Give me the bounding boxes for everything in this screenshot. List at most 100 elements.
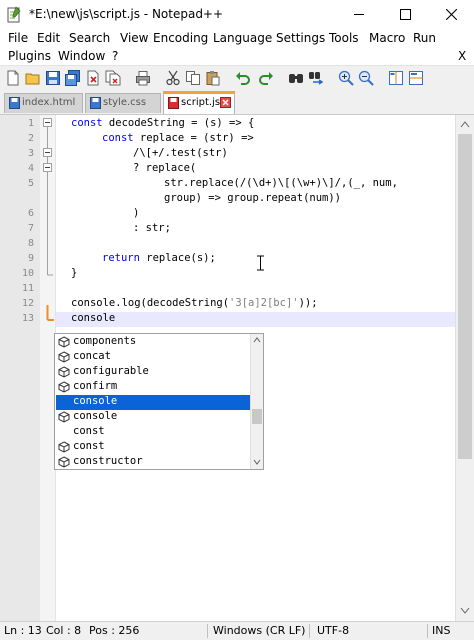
close-icon [445,9,457,20]
redo-icon[interactable] [258,70,274,86]
autocomplete-label: configurable [73,365,149,377]
zoom-in-icon[interactable] [338,70,354,86]
function-icon [58,441,70,453]
print-icon[interactable] [135,70,151,86]
menu-encoding[interactable]: Encoding [153,31,208,45]
status-position: Pos : 256 [89,624,140,637]
autocomplete-label: confirm [73,380,118,392]
code-text: replace = (str) => [133,132,254,144]
scrollbar-thumb[interactable] [252,409,262,424]
autocomplete-item-selected[interactable]: console [56,395,250,410]
paste-icon[interactable] [205,70,221,86]
menu-run[interactable]: Run [413,31,436,45]
autocomplete-label: const [73,440,105,452]
fold-markers [43,118,54,321]
autocomplete-item[interactable]: configurable [56,365,250,380]
line-number: 3 [27,148,34,159]
close-tab-icon[interactable] [220,97,231,108]
menu-plugins[interactable]: Plugins [8,49,51,63]
menu-search[interactable]: Search [69,31,110,45]
line-number: 10 [21,268,34,279]
keyword: return [102,252,140,264]
minimize-button[interactable] [336,0,382,29]
menu-macro[interactable]: Macro [369,31,405,45]
autocomplete-item[interactable]: const [56,440,250,455]
saved-file-icon [9,97,20,109]
function-icon [58,411,70,423]
vertical-scrollbar[interactable] [455,115,474,621]
sync-horizontal-icon[interactable] [408,70,424,86]
code-line-12: console.log(decodeString('3[a]2[bc]')); [71,297,318,309]
title-bar: *E:\new\js\script.js - Notepad++ [0,0,474,29]
tab-label: index.html [22,97,76,108]
function-icon [58,456,70,468]
status-column: Col : 8 [46,624,82,637]
tab-style-css[interactable]: style.css [85,93,161,113]
text-cursor-icon [257,255,264,271]
zoom-out-icon[interactable] [358,70,374,86]
menu-edit[interactable]: Edit [37,31,60,45]
code-line-9: return replace(s); [102,252,216,264]
autocomplete-item[interactable]: constructor [56,455,250,470]
code-text: console.log(decodeString( [71,297,230,309]
autocomplete-label: concat [73,350,111,362]
scroll-up-icon[interactable] [253,337,261,343]
menu-help[interactable]: ? [112,49,118,63]
scroll-down-icon[interactable] [253,459,261,465]
tab-script-js[interactable]: script.js [163,91,235,114]
close-all-icon[interactable] [105,70,121,86]
replace-icon[interactable] [308,70,324,86]
status-encoding[interactable]: UTF-8 [317,624,349,637]
autocomplete-label: components [73,335,137,347]
open-file-icon[interactable] [25,70,41,86]
menu-window[interactable]: Window [58,49,105,63]
status-eol[interactable]: Windows (CR LF) [213,624,305,637]
string-literal: '3[a]2[bc]' [229,297,299,309]
autocomplete-label: console [73,395,118,407]
save-icon[interactable] [45,70,61,86]
copy-icon[interactable] [185,70,201,86]
window-title: *E:\new\js\script.js - Notepad++ [29,7,224,21]
new-file-icon[interactable] [5,70,21,86]
line-number: 2 [27,133,34,144]
close-window-button[interactable] [428,0,474,29]
menu-language[interactable]: Language [213,31,272,45]
menu-settings[interactable]: Settings [276,31,325,45]
autocomplete-item[interactable]: confirm [56,380,250,395]
sync-vertical-icon[interactable] [388,70,404,86]
scroll-up-icon[interactable] [460,120,470,128]
tab-index-html[interactable]: index.html [4,93,83,113]
saved-file-icon [90,97,101,109]
close-icon[interactable] [85,70,101,86]
scroll-down-icon[interactable] [460,607,470,615]
scrollbar-thumb[interactable] [458,134,472,459]
line-number: 4 [27,163,34,174]
function-icon [58,366,70,378]
code-line-13: console [71,312,116,324]
line-number: 1 [27,118,34,129]
autocomplete-scrollbar[interactable] [250,334,263,469]
status-divider [309,624,310,638]
code-text: )); [298,297,318,309]
autocomplete-item[interactable]: const [56,425,250,440]
autocomplete-item[interactable]: concat [56,350,250,365]
autocomplete-label: constructor [73,455,143,467]
status-bar: Ln : 13 Col : 8 Pos : 256 Windows (CR LF… [0,621,474,640]
autocomplete-item[interactable]: components [56,335,250,350]
code-line-1: const decodeString = (s) => { [71,117,254,129]
undo-icon[interactable] [235,70,251,86]
line-number: 9 [27,253,34,264]
close-document-button[interactable]: X [458,49,466,63]
autocomplete-item[interactable]: console [56,410,250,425]
save-all-icon[interactable] [65,70,81,86]
maximize-button[interactable] [382,0,428,29]
find-icon[interactable] [288,70,304,86]
menu-file[interactable]: File [8,31,28,45]
line-number: 6 [27,208,34,219]
menu-tools[interactable]: Tools [329,31,359,45]
code-text: replace(s); [139,252,216,264]
menu-view[interactable]: View [120,31,148,45]
autocomplete-popup: components concat configurable confirm c… [54,333,264,470]
toolbar [0,65,474,91]
cut-icon[interactable] [165,70,181,86]
